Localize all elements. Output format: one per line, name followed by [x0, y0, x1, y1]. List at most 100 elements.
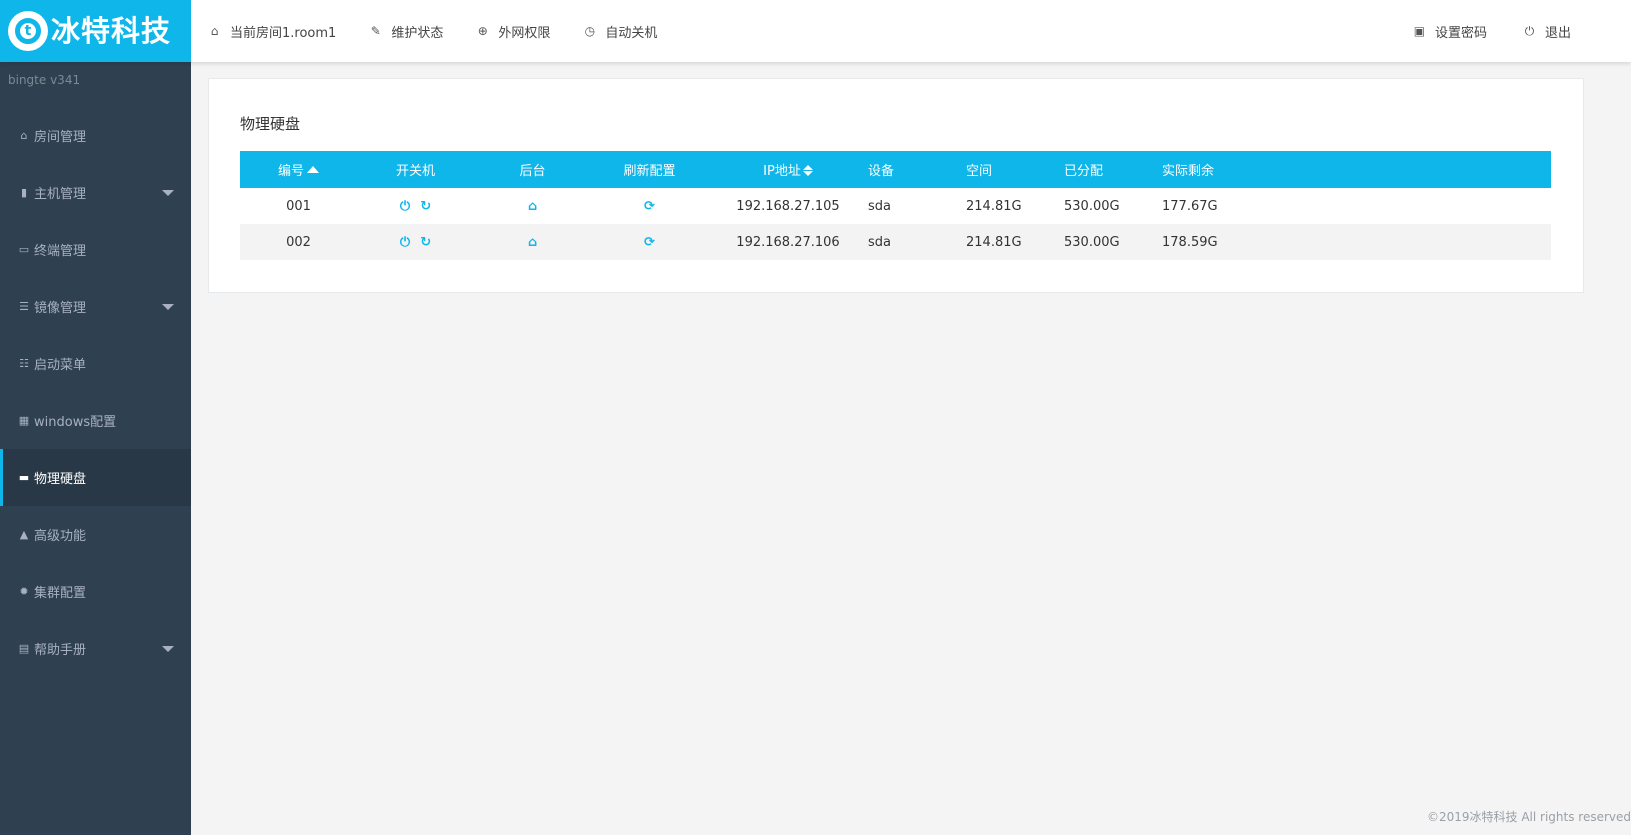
power-icon[interactable]: ⏻ [400, 199, 410, 214]
sidebar-item-label: 集群配置 [34, 586, 87, 601]
lock-icon: ▣ [1413, 24, 1426, 38]
power-icon: ⏻ [1524, 23, 1535, 38]
cell-power: ⏻ ↻ [357, 224, 474, 260]
table-header-row: 编号 开关机 后台 刷新配置 IP地址 设备 空间 已分配 实际剩余 [240, 151, 1551, 188]
hdd-icon: ▬ [18, 471, 30, 484]
home-icon: ⌂ [210, 24, 219, 38]
sidebar-item-label: 镜像管理 [34, 301, 87, 316]
power-icon[interactable]: ⏻ [400, 235, 410, 250]
footer-copyright: ©2019冰特科技 All rights reserved [1426, 810, 1631, 824]
book-icon: ▤ [18, 642, 30, 655]
header-refresh-config: 刷新配置 [623, 164, 676, 179]
page-title: 物理硬盘 [240, 115, 301, 133]
header-ip[interactable]: IP地址 [708, 151, 868, 188]
header-id[interactable]: 编号 [240, 151, 357, 188]
cell-remaining: 177.67G [1162, 198, 1218, 214]
cog-icon: ✹ [19, 585, 29, 598]
cell-ip: 192.168.27.105 [736, 198, 840, 214]
header-device: 设备 [868, 164, 895, 179]
refresh-icon[interactable]: ⟳ [644, 235, 655, 250]
server-icon: ▮ [20, 186, 28, 199]
sidebar-item-label: 帮助手册 [34, 643, 87, 658]
set-password-label: 设置密码 [1434, 25, 1487, 41]
header-remaining: 实际剩余 [1162, 164, 1215, 179]
sidebar-item-windows-config[interactable]: ▦ windows配置 [0, 392, 191, 449]
disk-panel: 物理硬盘 编号 开关机 后台 刷新配置 IP地址 设备 空间 已分配 实际剩余 … [208, 78, 1584, 293]
header-backend: 后台 [519, 164, 546, 179]
cell-backend: ⌂ [474, 188, 591, 224]
sidebar-item-cluster[interactable]: ✹ 集群配置 [0, 563, 191, 620]
restart-icon[interactable]: ↻ [420, 199, 431, 214]
cell-id: 001 [286, 198, 311, 214]
topnav-current-room[interactable]: ⌂ 当前房间1.room1 [208, 22, 337, 41]
home-icon[interactable]: ⌂ [528, 235, 537, 250]
sidebar-item-terminals[interactable]: ▭ 终端管理 [0, 221, 191, 278]
sidebar-item-physical-disk[interactable]: ▬ 物理硬盘 [0, 449, 191, 506]
refresh-icon[interactable]: ⟳ [644, 199, 655, 214]
logo-icon: t [8, 11, 48, 51]
sidebar-item-hosts[interactable]: ▮ 主机管理 [0, 164, 191, 221]
set-password-button[interactable]: ▣ 设置密码 [1413, 22, 1487, 41]
sidebar-item-label: 高级功能 [34, 529, 87, 544]
topnav-label: 当前房间1.room1 [230, 25, 337, 41]
top-nav: ⌂ 当前房间1.room1 ✎ 维护状态 ⊕ 外网权限 ◷ 自动关机 [208, 0, 690, 62]
sidebar-item-label: 物理硬盘 [34, 472, 87, 487]
warning-icon: ▲ [19, 528, 29, 541]
top-right-nav: ▣ 设置密码 ⏻ 退出 [1377, 0, 1571, 62]
topnav-label: 外网权限 [498, 25, 551, 41]
sidebar-item-label: windows配置 [34, 415, 117, 430]
sidebar-item-label: 房间管理 [34, 130, 87, 145]
header-space: 空间 [966, 164, 993, 179]
sidebar-item-label: 主机管理 [34, 187, 87, 202]
topnav-label: 自动关机 [605, 25, 658, 41]
top-bar: t 冰特科技 ⌂ 当前房间1.room1 ✎ 维护状态 ⊕ 外网权限 ◷ 自动关… [0, 0, 1631, 62]
version-label: bingte v341 [8, 73, 81, 87]
cell-id: 002 [286, 234, 311, 250]
header-allocated: 已分配 [1064, 164, 1104, 179]
caret-down-icon [162, 190, 174, 196]
database-icon: ☰ [19, 300, 29, 313]
caret-down-icon [162, 646, 174, 652]
sidebar-item-label: 启动菜单 [34, 358, 87, 373]
sidebar-item-images[interactable]: ☰ 镜像管理 [0, 278, 191, 335]
globe-icon: ⊕ [477, 24, 488, 38]
cell-ip: 192.168.27.106 [736, 234, 840, 250]
cell-space: 214.81G [966, 198, 1022, 214]
wrench-icon: ✎ [370, 24, 381, 38]
list-icon: ☷ [19, 357, 29, 370]
home-icon[interactable]: ⌂ [528, 199, 537, 214]
topnav-auto-shutdown[interactable]: ◷ 自动关机 [583, 22, 658, 41]
logout-button[interactable]: ⏻ 退出 [1523, 22, 1571, 41]
sidebar-item-help[interactable]: ▤ 帮助手册 [0, 620, 191, 677]
windows-icon: ▦ [18, 414, 30, 427]
cell-allocated: 530.00G [1064, 198, 1120, 214]
cell-space: 214.81G [966, 234, 1022, 250]
logout-label: 退出 [1544, 25, 1571, 41]
topnav-internet-access[interactable]: ⊕ 外网权限 [476, 22, 551, 41]
sort-asc-icon[interactable] [307, 166, 319, 173]
cell-allocated: 530.00G [1064, 234, 1120, 250]
cell-backend: ⌂ [474, 224, 591, 260]
monitor-icon: ▭ [18, 243, 30, 256]
brand-name: 冰特科技 [51, 13, 172, 48]
caret-down-icon [162, 304, 174, 310]
sidebar-item-advanced[interactable]: ▲ 高级功能 [0, 506, 191, 563]
cell-refresh: ⟳ [591, 188, 708, 224]
cell-device: sda [868, 234, 891, 250]
table-row: 001 ⏻ ↻ ⌂ ⟳ 192.168.27.105 sda 214.81G 53… [240, 188, 1551, 224]
cell-power: ⏻ ↻ [357, 188, 474, 224]
table-row: 002 ⏻ ↻ ⌂ ⟳ 192.168.27.106 sda 214.81G 53… [240, 224, 1551, 260]
topnav-maintenance[interactable]: ✎ 维护状态 [369, 22, 444, 41]
sidebar-item-boot-menu[interactable]: ☷ 启动菜单 [0, 335, 191, 392]
sidebar: bingte v341 ⌂ 房间管理 ▮ 主机管理 ▭ 终端管理 ☰ 镜像管理 … [0, 62, 191, 835]
cell-remaining: 178.59G [1162, 234, 1218, 250]
brand-logo[interactable]: t 冰特科技 [0, 0, 191, 62]
topnav-label: 维护状态 [391, 25, 444, 41]
restart-icon[interactable]: ↻ [420, 235, 431, 250]
disk-table: 编号 开关机 后台 刷新配置 IP地址 设备 空间 已分配 实际剩余 001 ⏻… [240, 151, 1551, 260]
sidebar-item-label: 终端管理 [34, 244, 87, 259]
sort-icon[interactable] [802, 165, 813, 176]
cell-refresh: ⟳ [591, 224, 708, 260]
sidebar-item-rooms[interactable]: ⌂ 房间管理 [0, 107, 191, 164]
header-power: 开关机 [395, 164, 435, 179]
